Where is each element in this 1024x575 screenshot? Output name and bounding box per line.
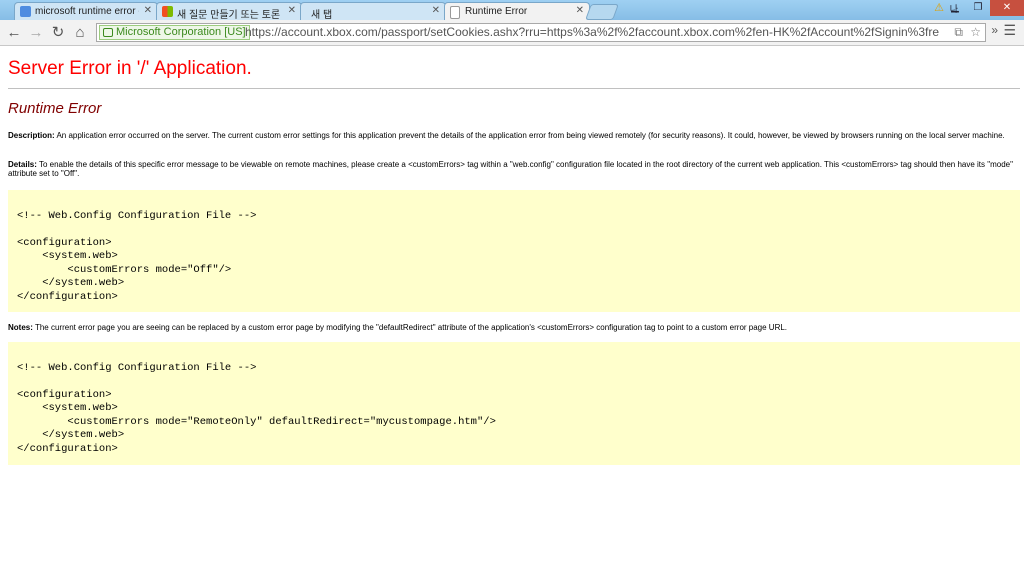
- page-title: Server Error in '/' Application.: [8, 58, 252, 79]
- close-tab-icon[interactable]: ✕: [288, 5, 296, 16]
- notes-text: The current error page you are seeing ca…: [34, 323, 788, 332]
- lock-icon: [103, 28, 113, 37]
- omnibox[interactable]: Microsoft Corporation [US] https://accou…: [96, 23, 986, 42]
- tab-runtime-error[interactable]: Runtime Error ✕: [444, 2, 590, 21]
- google-favicon-icon: [20, 6, 31, 17]
- code-text-1: <!-- Web.Config Configuration File --> <…: [17, 209, 257, 303]
- tab-title: microsoft runtime error -: [35, 6, 139, 17]
- ev-certificate-badge[interactable]: Microsoft Corporation [US]: [99, 25, 250, 40]
- back-icon[interactable]: ←: [4, 23, 24, 43]
- details-text: To enable the details of this specific e…: [8, 160, 1013, 178]
- url-text: https://account.xbox.com/passport/setCoo…: [245, 25, 940, 39]
- notes-label: Notes:: [8, 323, 33, 332]
- divider: [8, 88, 1020, 89]
- description-paragraph: Description: An application error occurr…: [8, 131, 1018, 140]
- new-tab-button[interactable]: [585, 4, 619, 20]
- tab-title: 새 탭: [311, 10, 333, 20]
- ev-label: Microsoft Corporation [US]: [116, 26, 246, 38]
- page-favicon-icon: [450, 6, 460, 19]
- code-block-2: <!-- Web.Config Configuration File --> <…: [8, 342, 1020, 465]
- details-paragraph: Details: To enable the details of this s…: [8, 160, 1018, 178]
- menu-icon[interactable]: ☰: [1003, 22, 1016, 39]
- description-text: An application error occurred on the ser…: [56, 131, 1005, 140]
- translate-icon[interactable]: ⧉: [954, 24, 963, 41]
- tab-new-question[interactable]: 새 질문 만들기 또는 토론 ✕: [156, 2, 302, 20]
- description-label: Description:: [8, 131, 55, 140]
- microsoft-favicon-icon: [162, 6, 173, 17]
- browser-chrome: microsoft runtime error - ✕ 새 질문 만들기 또는 …: [0, 0, 1024, 46]
- page-subtitle: Runtime Error: [8, 100, 102, 117]
- reload-icon[interactable]: ↻: [48, 23, 68, 43]
- maximize-icon[interactable]: ❐: [967, 0, 989, 16]
- tab-title: 새 질문 만들기 또는 토론: [177, 10, 281, 20]
- close-window-icon[interactable]: ✕: [990, 0, 1024, 16]
- close-tab-icon[interactable]: ✕: [432, 5, 440, 16]
- window-controls: ▁ ❐ ✕: [943, 0, 1024, 18]
- toolbar: ← → ↻ ⌂ Microsoft Corporation [US] https…: [0, 20, 1024, 46]
- tab-microsoft-runtime-error[interactable]: microsoft runtime error - ✕: [14, 2, 158, 20]
- extensions-chevron-icon[interactable]: »: [991, 23, 998, 37]
- details-label: Details:: [8, 160, 37, 169]
- code-block-1: <!-- Web.Config Configuration File --> <…: [8, 190, 1020, 312]
- close-tab-icon[interactable]: ✕: [576, 5, 584, 16]
- tab-strip: microsoft runtime error - ✕ 새 질문 만들기 또는 …: [0, 0, 1024, 21]
- bookmark-star-icon[interactable]: ☆: [970, 24, 981, 41]
- code-text-2: <!-- Web.Config Configuration File --> <…: [17, 361, 496, 455]
- close-tab-icon[interactable]: ✕: [144, 5, 152, 16]
- tab-new-tab[interactable]: 새 탭 ✕: [300, 2, 446, 20]
- page-content: Server Error in '/' Application. Runtime…: [0, 46, 1024, 575]
- forward-icon[interactable]: →: [26, 23, 46, 43]
- tab-title: Runtime Error: [465, 6, 528, 17]
- minimize-icon[interactable]: ▁: [944, 0, 966, 16]
- notes-paragraph: Notes: The current error page you are se…: [8, 323, 1018, 332]
- home-icon[interactable]: ⌂: [70, 23, 90, 43]
